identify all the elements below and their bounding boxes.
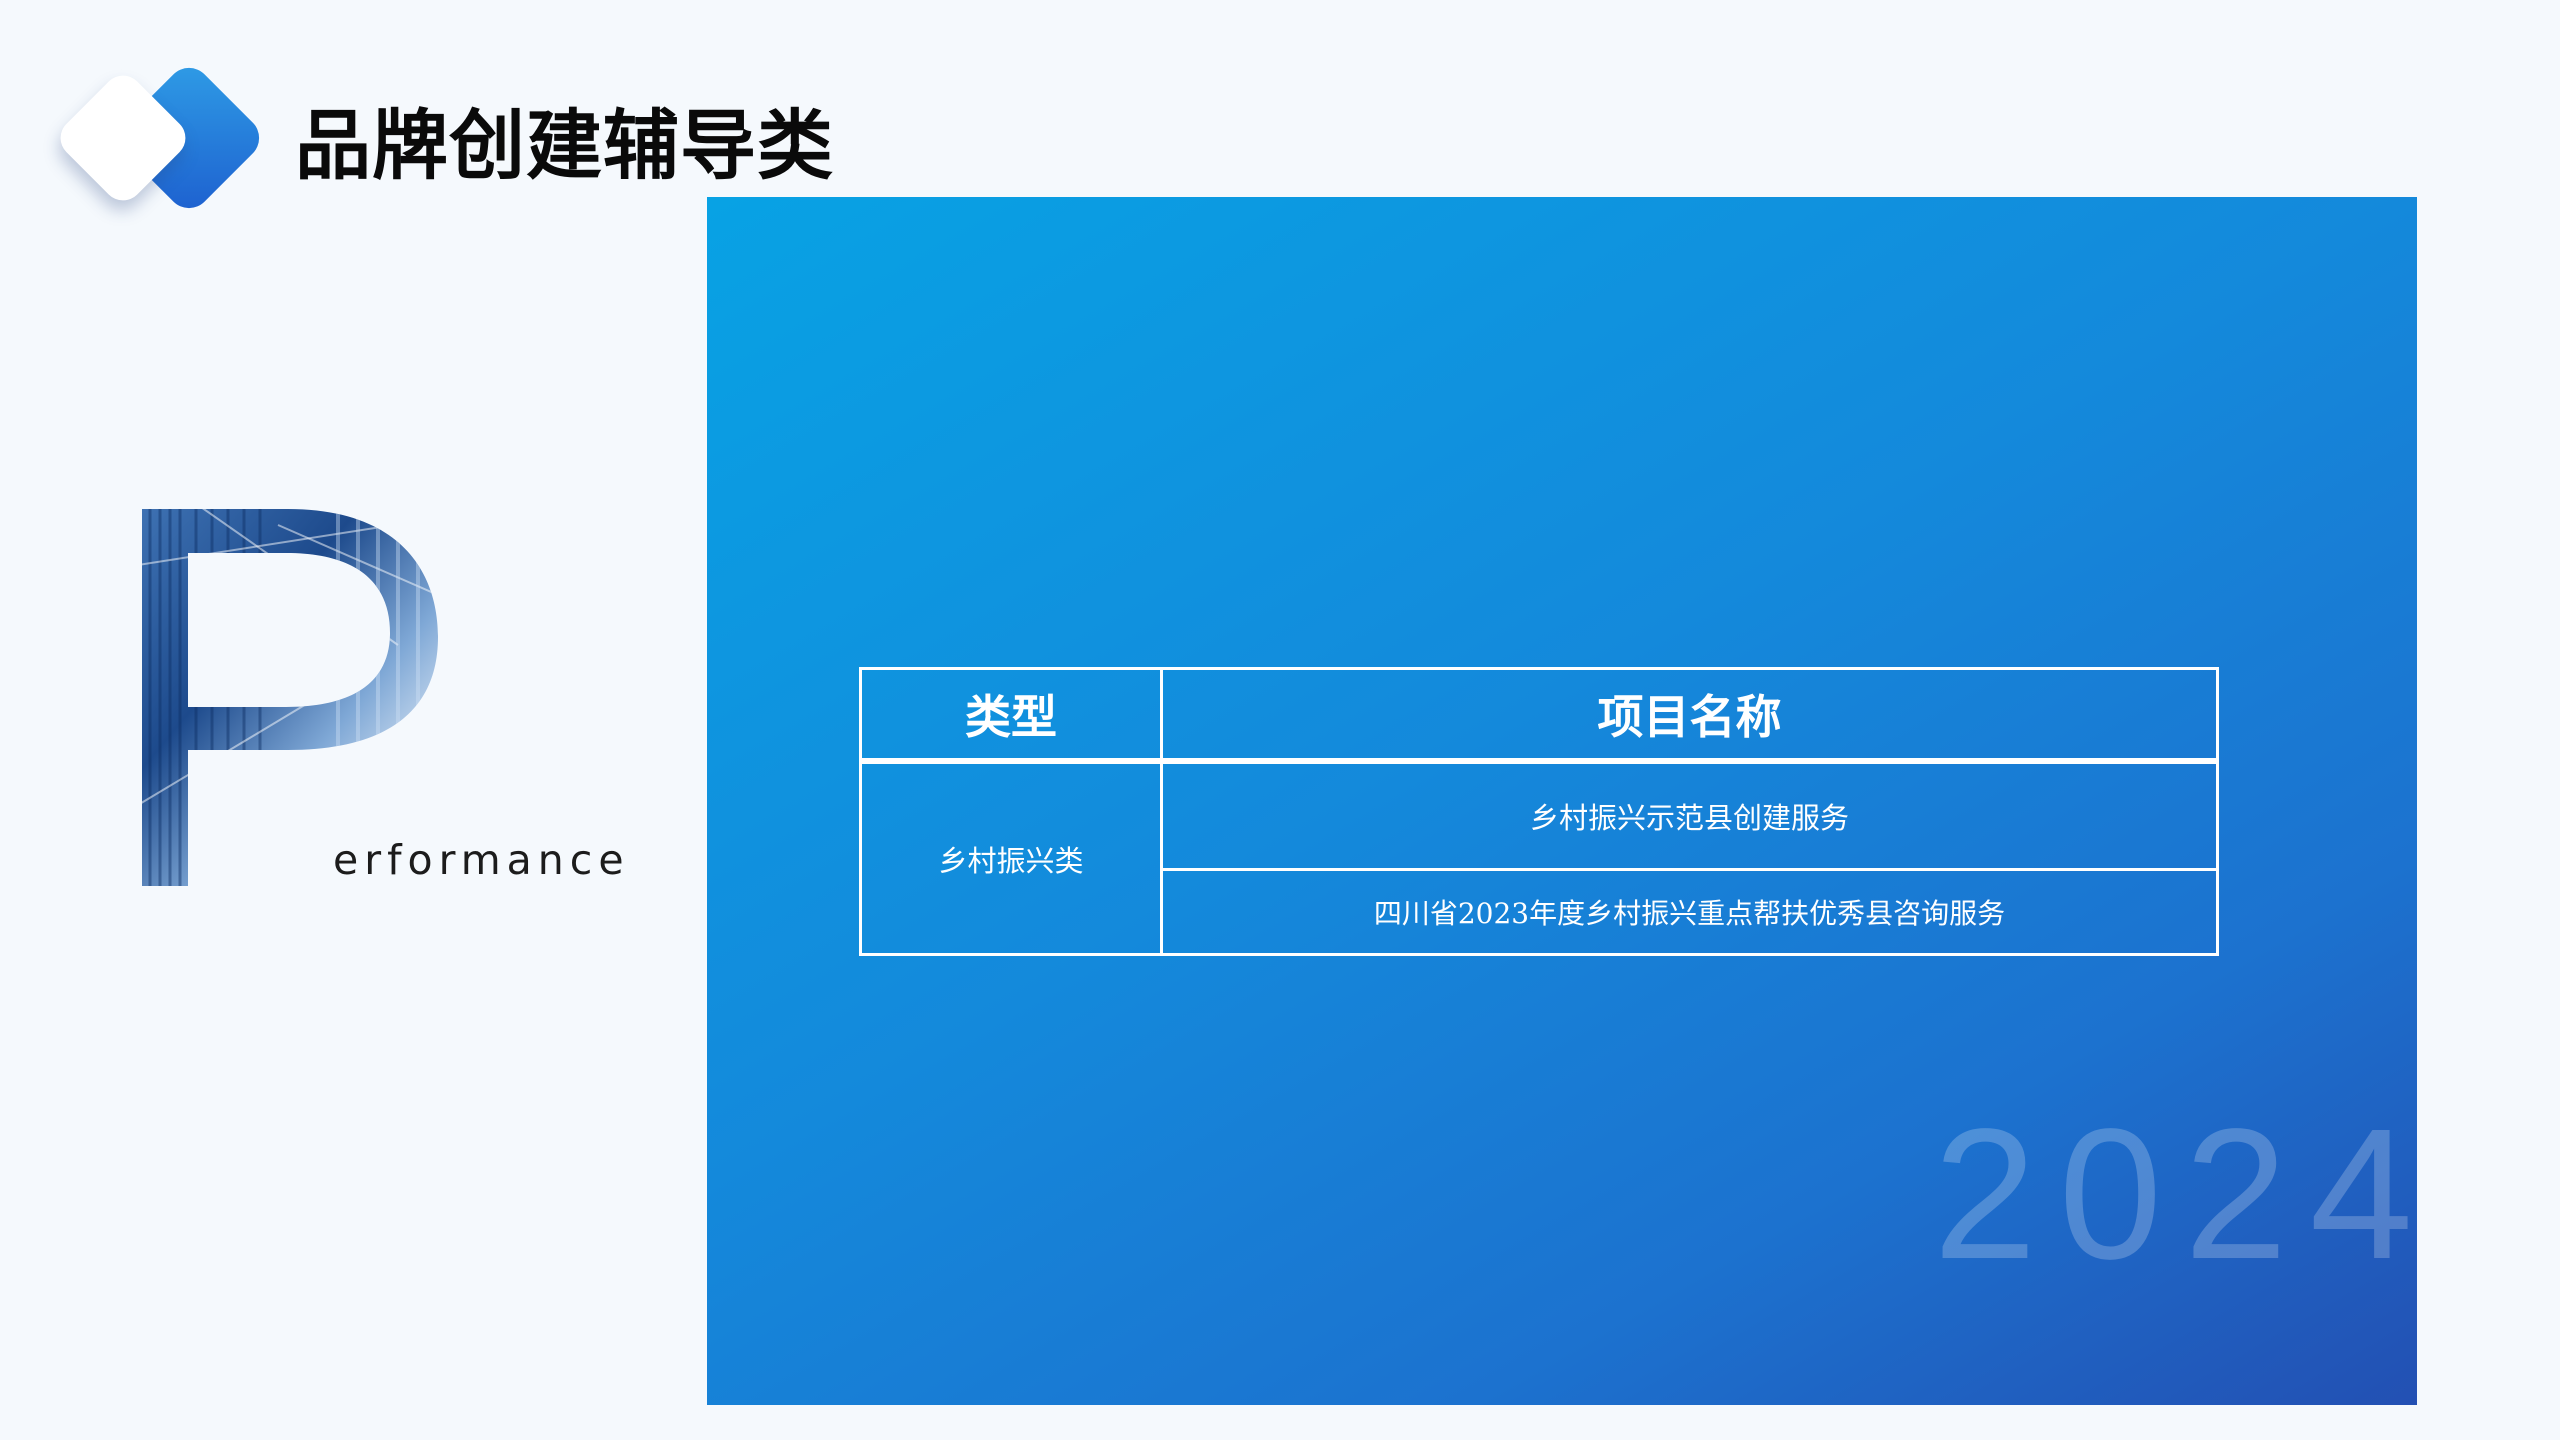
header-type: 类型 [859, 667, 1163, 764]
header-project-name: 项目名称 [1160, 667, 2219, 764]
project-cell: 四川省2023年度乡村振兴重点帮扶优秀县咨询服务 [1160, 868, 2219, 956]
project-cell: 乡村振兴示范县创建服务 [1160, 759, 2219, 871]
year-watermark: 2024 [1933, 1091, 2417, 1298]
performance-word: erformance [333, 836, 630, 884]
decorative-letter-p [138, 505, 458, 890]
page-title: 品牌创建辅导类 [295, 101, 834, 190]
table-header-row: 类型 项目名称 [859, 667, 2219, 764]
content-panel: 类型 项目名称 乡村振兴类 乡村振兴示范县创建服务 四川省2023年度乡村振兴重… [707, 197, 2417, 1405]
brand-logo-icon [52, 58, 269, 222]
category-cell: 乡村振兴类 [859, 759, 1163, 956]
project-table: 类型 项目名称 乡村振兴类 乡村振兴示范县创建服务 四川省2023年度乡村振兴重… [859, 667, 2219, 956]
table-row: 乡村振兴类 乡村振兴示范县创建服务 [859, 759, 2219, 956]
